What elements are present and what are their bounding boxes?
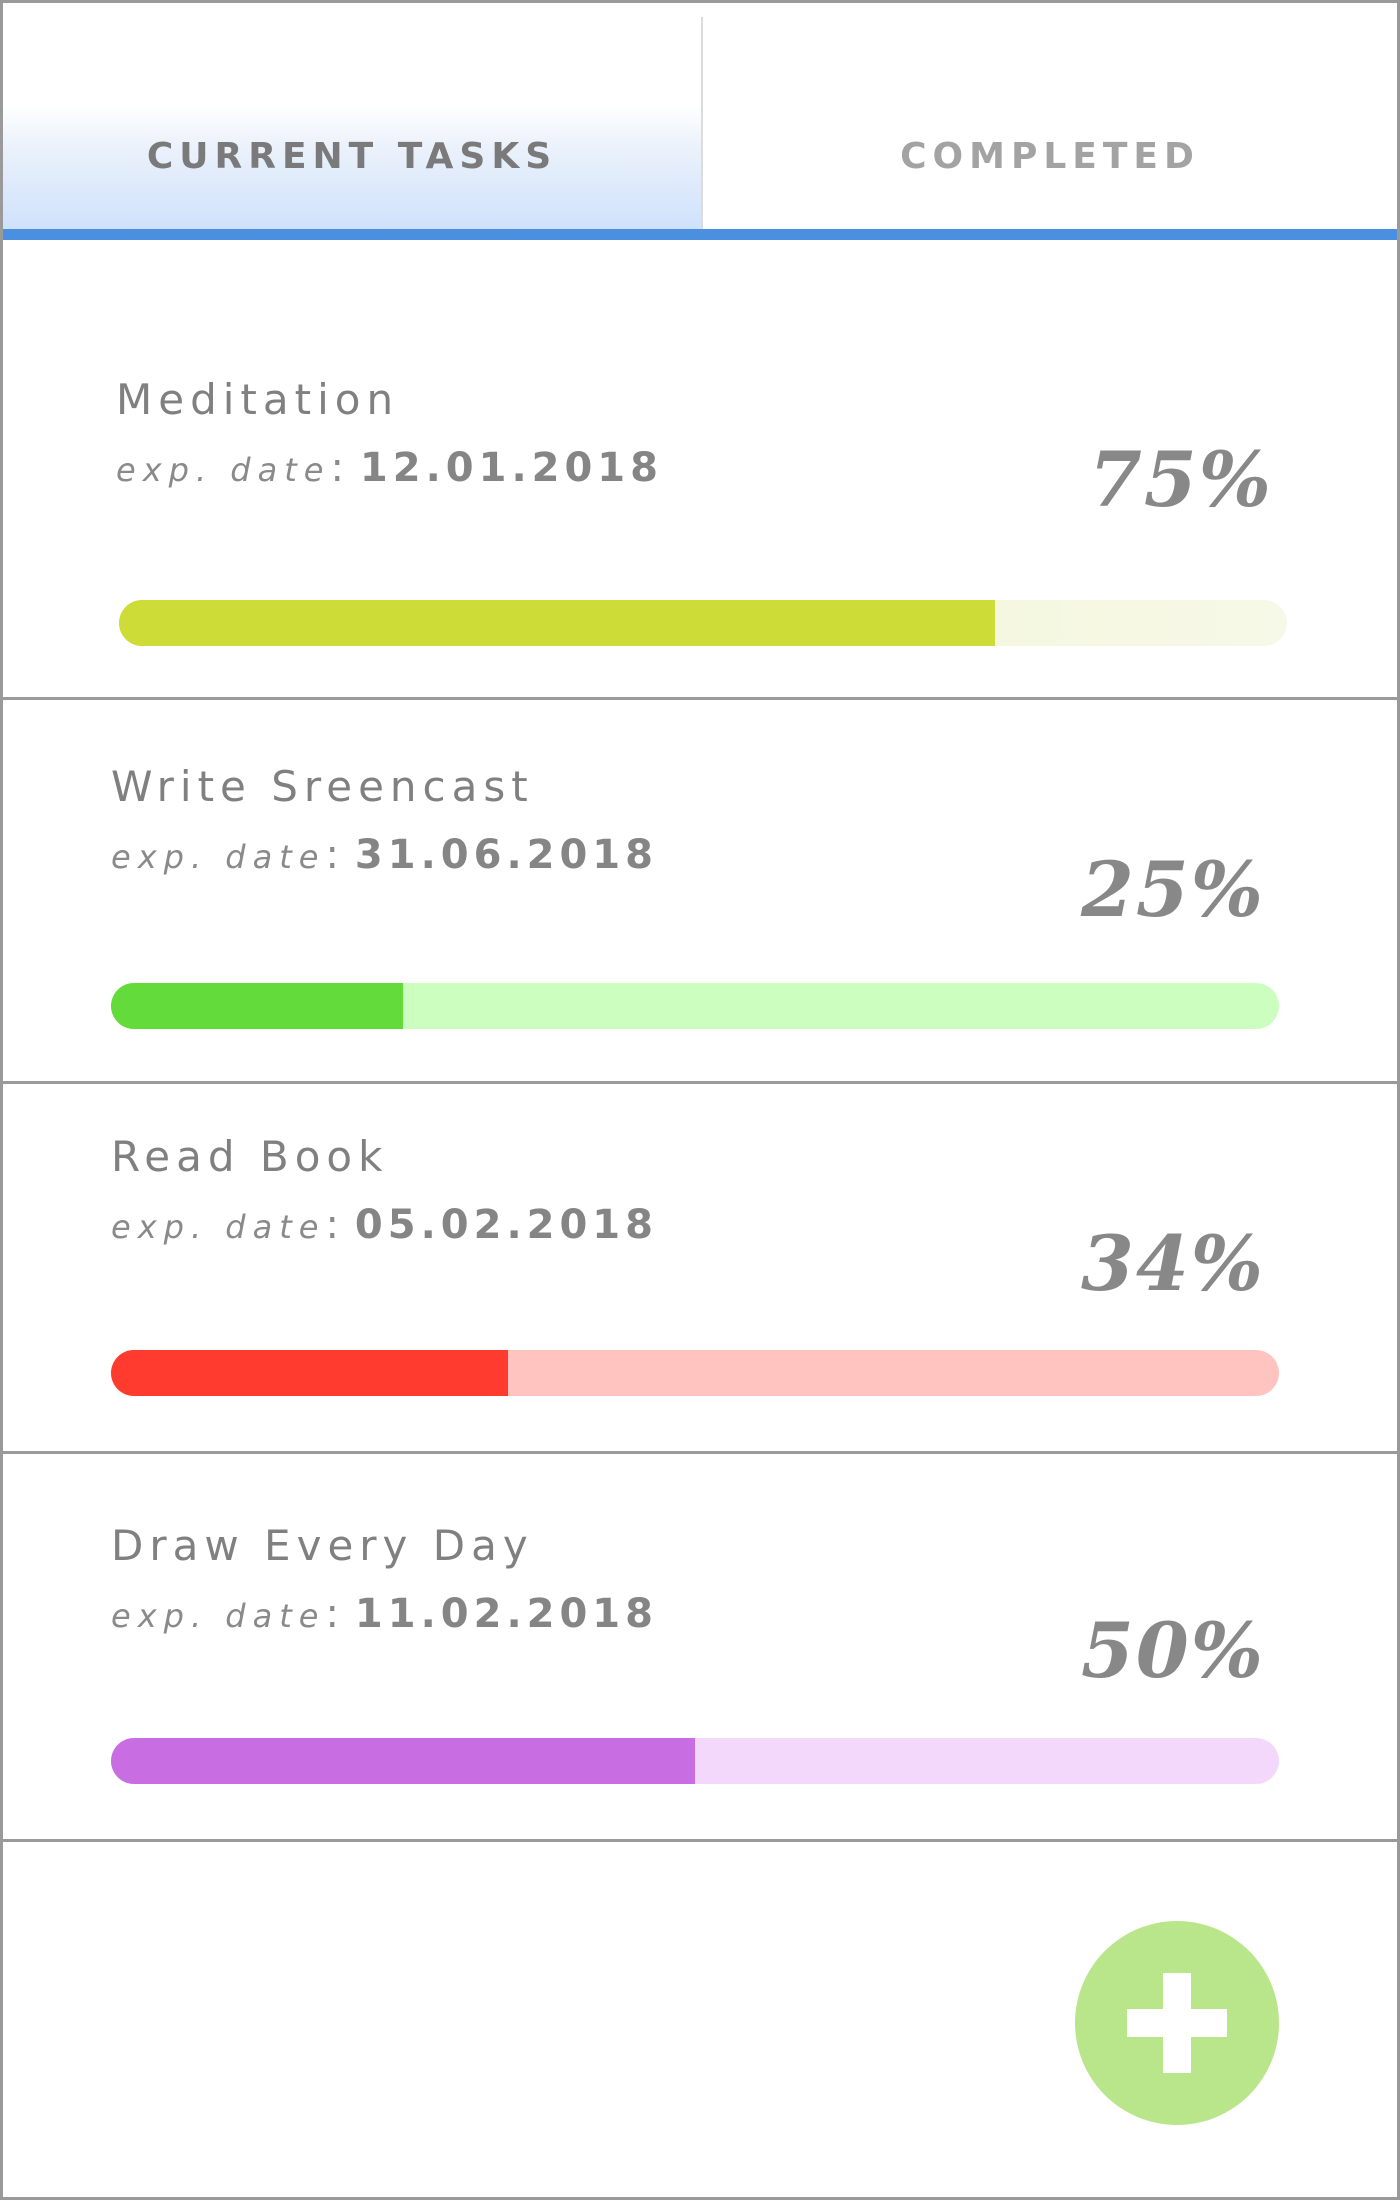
tab-current-tasks[interactable]: CURRENT TASKS [3,3,701,229]
task-name: Draw Every Day [111,1521,534,1570]
task-date-row: exp. date: 12.01.2018 [116,445,663,491]
tab-current-tasks-label: CURRENT TASKS [146,135,558,177]
date-colon: : [325,1591,339,1637]
task-date-row: exp. date: 11.02.2018 [111,1591,658,1637]
date-label: exp. date [111,838,326,876]
date-colon: : [325,1202,339,1248]
active-tab-underline [3,229,1397,240]
task-percent: 50% [1081,1606,1265,1695]
tab-completed[interactable]: COMPLETED [703,3,1397,229]
task-name: Meditation [116,375,400,424]
task-card[interactable]: Meditation exp. date: 12.01.2018 75% [3,240,1397,700]
date-value: 31.06.2018 [354,832,658,878]
task-percent: 25% [1081,845,1265,934]
progress-bar [111,983,1279,1029]
progress-bar-fill [119,600,995,646]
date-value: 12.01.2018 [359,445,663,491]
task-date-row: exp. date: 31.06.2018 [111,832,658,878]
date-value: 05.02.2018 [354,1202,658,1248]
add-task-button[interactable] [1075,1921,1279,2125]
date-label: exp. date [116,451,331,489]
tab-completed-label: COMPLETED [900,135,1200,177]
app-frame: CURRENT TASKS COMPLETED Meditation exp. … [0,0,1400,2200]
task-card[interactable]: Write Sreencast exp. date: 31.06.2018 25% [3,700,1397,1084]
progress-bar [119,600,1287,646]
date-colon: : [325,832,339,878]
progress-bar-fill [111,983,403,1029]
date-label: exp. date [111,1597,326,1635]
task-percent: 34% [1081,1219,1265,1308]
progress-bar-fill [111,1738,695,1784]
date-value: 11.02.2018 [354,1591,658,1637]
task-name: Write Sreencast [111,762,534,811]
task-percent: 75% [1089,435,1273,524]
progress-bar [111,1350,1279,1396]
progress-bar-fill [111,1350,509,1396]
plus-icon-vertical [1163,1973,1191,2073]
task-date-row: exp. date: 05.02.2018 [111,1202,658,1248]
progress-bar [111,1738,1279,1784]
task-card[interactable]: Read Book exp. date: 05.02.2018 34% [3,1084,1397,1454]
date-label: exp. date [111,1208,326,1246]
task-card[interactable]: Draw Every Day exp. date: 11.02.2018 50% [3,1454,1397,1842]
tab-bar: CURRENT TASKS COMPLETED [3,3,1397,241]
date-colon: : [330,445,344,491]
task-name: Read Book [111,1132,389,1181]
